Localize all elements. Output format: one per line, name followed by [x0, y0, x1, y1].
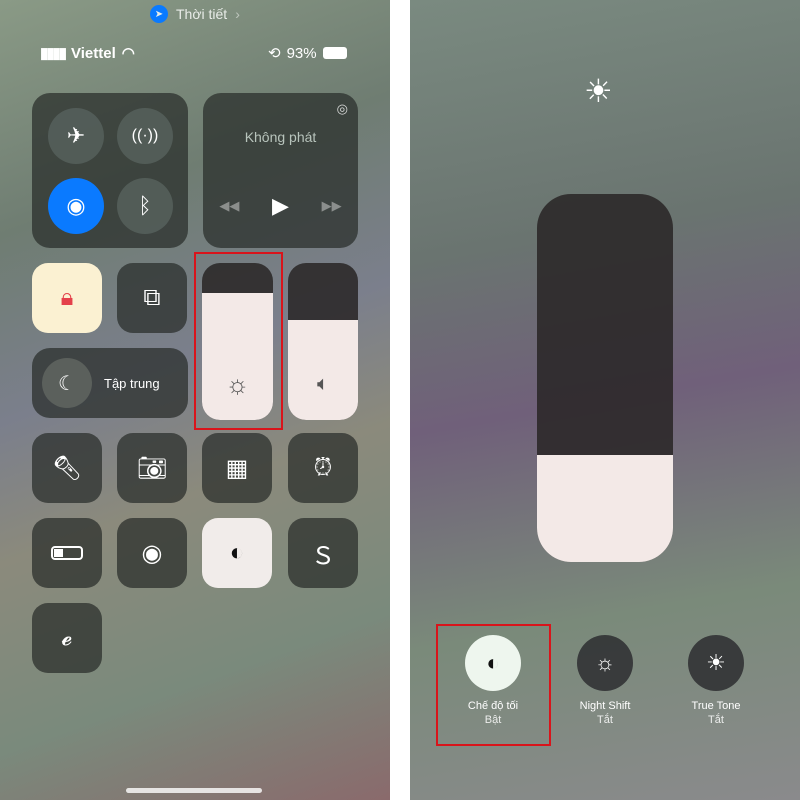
play-icon[interactable]: ▶: [272, 193, 289, 219]
rotation-lock-icon: 🔒︎: [60, 284, 74, 311]
screen-mirroring-icon: ⧉: [143, 284, 161, 311]
brightness-detail: ☀ ◐ Chế độ tối Bật ☼ Night Shift Tắt ☀ True …: [410, 0, 800, 800]
chevron-right-icon: ›: [235, 6, 240, 22]
location-icon: ➤: [150, 5, 168, 23]
signal-icon: ▮▮▮▮: [40, 45, 67, 62]
rewind-icon[interactable]: ◀◀: [219, 198, 239, 214]
true-tone-icon: ☀: [706, 650, 726, 675]
media-module[interactable]: ◎ Không phát ◀◀ ▶ ▶▶: [203, 93, 358, 248]
alarm-button[interactable]: ⏰︎: [288, 433, 358, 503]
screen-mirroring-button[interactable]: ⧉: [117, 263, 187, 333]
focus-button[interactable]: ☾ Tập trung: [32, 348, 188, 418]
bluetooth-toggle[interactable]: ᛒ: [117, 178, 173, 234]
true-tone-label: True Tone Tắt: [691, 700, 741, 726]
home-indicator[interactable]: [126, 788, 262, 793]
hearing-icon: 𝓮: [61, 624, 73, 651]
wifi-status-icon: ◠: [121, 45, 135, 62]
weather-link[interactable]: ➤ Thời tiết ›: [150, 5, 240, 23]
status-left: ▮▮▮▮ Viettel ◠: [40, 44, 135, 63]
shazam-button[interactable]: Ｓ: [288, 518, 358, 588]
airplane-toggle[interactable]: ✈: [48, 108, 104, 164]
focus-label: Tập trung: [104, 376, 160, 391]
dark-mode-icon: ◐: [229, 539, 245, 566]
hearing-button[interactable]: 𝓮: [32, 603, 102, 673]
dark-mode-button[interactable]: ◐: [202, 518, 272, 588]
status-right: ⟲ 93%: [268, 44, 347, 62]
night-shift-label: Night Shift Tắt: [579, 700, 631, 726]
wifi-toggle[interactable]: ◉: [48, 178, 104, 234]
brightness-slider-large[interactable]: [537, 194, 673, 562]
night-shift-button[interactable]: ☼: [577, 635, 633, 691]
camera-icon: 📷︎: [136, 454, 168, 482]
wifi-icon: ◉: [66, 193, 86, 218]
battery-icon: [51, 546, 83, 560]
shazam-icon: Ｓ: [311, 542, 335, 570]
flashlight-icon: 🔦︎: [51, 454, 83, 482]
bluetooth-icon: ᛒ: [138, 193, 152, 218]
low-power-button[interactable]: [32, 518, 102, 588]
forward-icon[interactable]: ▶▶: [322, 198, 342, 214]
screen-record-icon: ◉: [141, 539, 163, 567]
control-center-left: ➤ Thời tiết › ▮▮▮▮ Viettel ◠ ⟲ 93% ✈ ((·)…: [0, 0, 390, 800]
moon-icon: ☾: [42, 358, 92, 408]
highlight-box: [194, 252, 283, 430]
flashlight-button[interactable]: 🔦︎: [32, 433, 102, 503]
calculator-icon: ▦: [225, 454, 249, 482]
connectivity-module: ✈ ((·)) ◉ ᛒ: [32, 93, 188, 248]
media-title: Không phát: [244, 129, 317, 145]
battery-status-icon: [322, 47, 347, 59]
airplane-icon: ✈: [66, 123, 86, 148]
screen-record-button[interactable]: ◉: [117, 518, 187, 588]
sun-icon: ☀: [584, 73, 613, 109]
alarm-icon: ⏰︎: [313, 454, 333, 481]
highlight-box: [436, 624, 551, 746]
speaker-icon: 🔈︎: [317, 373, 329, 395]
rotation-lock-button[interactable]: 🔒︎: [32, 263, 102, 333]
rotation-lock-status-icon: ⟲: [268, 45, 281, 62]
cellular-toggle[interactable]: ((·)): [117, 108, 173, 164]
night-shift-icon: ☼: [594, 650, 616, 675]
calculator-button[interactable]: ▦: [202, 433, 272, 503]
cellular-icon: ((·)): [131, 127, 159, 144]
airplay-icon[interactable]: ◎: [337, 101, 348, 117]
camera-button[interactable]: 📷︎: [117, 433, 187, 503]
true-tone-button[interactable]: ☀: [688, 635, 744, 691]
volume-slider[interactable]: 🔈︎: [288, 263, 358, 420]
